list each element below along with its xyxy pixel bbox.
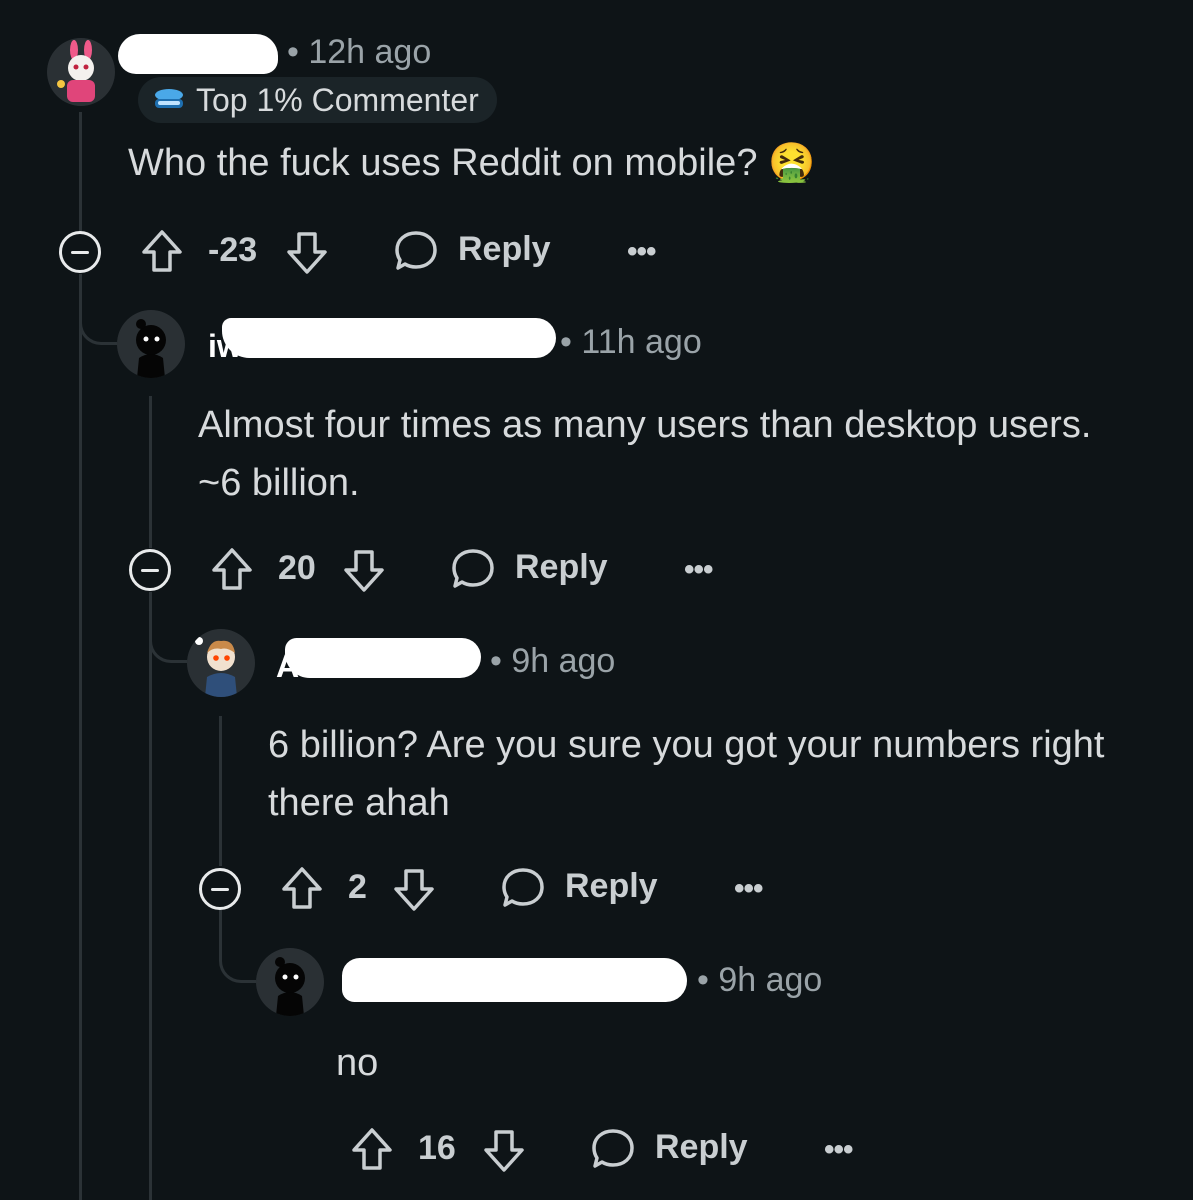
reply-button[interactable]: Reply	[500, 863, 660, 913]
downvote-icon[interactable]	[342, 548, 386, 594]
avatar[interactable]	[187, 629, 255, 697]
reply-button[interactable]: Reply	[450, 544, 610, 594]
thread-elbow	[149, 592, 188, 663]
badge-label: Top 1% Commenter	[196, 81, 479, 118]
reply-button[interactable]: Reply	[590, 1124, 750, 1174]
comment-body: 6 billion? Are you sure you got your num…	[268, 724, 1105, 824]
downvote-icon[interactable]	[285, 230, 329, 276]
comment-body: no	[336, 1042, 379, 1084]
top-commenter-badge[interactable]: Top 1% Commenter	[138, 77, 497, 123]
comment-time: • 11h ago	[560, 323, 702, 361]
downvote-icon[interactable]	[392, 867, 436, 913]
reply-label: Reply	[458, 230, 551, 268]
comment-time: • 9h ago	[490, 642, 616, 680]
reply-bubble-icon	[452, 549, 494, 588]
thread-line-level1	[79, 274, 82, 1200]
thread-elbow	[79, 274, 118, 345]
reply-label: Reply	[565, 867, 658, 905]
collapse-icon[interactable]	[59, 231, 101, 273]
upvote-icon[interactable]	[280, 865, 324, 911]
avatar[interactable]	[256, 948, 324, 1016]
redacted-username	[285, 638, 481, 678]
collapse-icon[interactable]	[199, 868, 241, 910]
more-options-button[interactable]: •••	[627, 235, 656, 269]
comment-time: • 9h ago	[697, 961, 823, 999]
redacted-username	[118, 34, 278, 74]
collapse-icon[interactable]	[129, 549, 171, 591]
more-options-button[interactable]: •••	[734, 872, 763, 906]
reply-bubble-icon	[592, 1129, 634, 1168]
more-options-button[interactable]: •••	[684, 553, 713, 587]
redacted-username	[222, 318, 556, 358]
vote-score: 2	[348, 868, 367, 906]
comment-body: Almost four times as many users than des…	[198, 404, 1092, 504]
vote-score: 20	[278, 549, 316, 587]
top-commenter-badge-icon	[155, 89, 183, 108]
more-options-button[interactable]: •••	[824, 1133, 853, 1167]
reply-bubble-icon	[502, 868, 544, 907]
thread-line-level1	[79, 112, 82, 232]
downvote-icon[interactable]	[482, 1128, 526, 1174]
reply-label: Reply	[655, 1128, 748, 1166]
upvote-icon[interactable]	[350, 1126, 394, 1172]
avatar[interactable]	[47, 38, 115, 106]
reply-button[interactable]: Reply	[393, 226, 553, 276]
reply-label: Reply	[515, 548, 608, 586]
thread-elbow	[219, 910, 258, 983]
vote-score: 16	[418, 1129, 456, 1167]
upvote-icon[interactable]	[140, 228, 184, 274]
thread-line-level2	[149, 592, 152, 1200]
upvote-icon[interactable]	[210, 546, 254, 592]
vote-score: -23	[208, 231, 258, 269]
avatar[interactable]	[117, 310, 185, 378]
redacted-username	[342, 958, 687, 1002]
comment-body: Who the fuck uses Reddit on mobile? 🤮	[128, 142, 816, 184]
thread-line-level2	[149, 396, 152, 548]
comment-time: • 12h ago	[287, 33, 432, 71]
thread-line-level3	[219, 716, 222, 866]
reply-bubble-icon	[395, 231, 437, 270]
